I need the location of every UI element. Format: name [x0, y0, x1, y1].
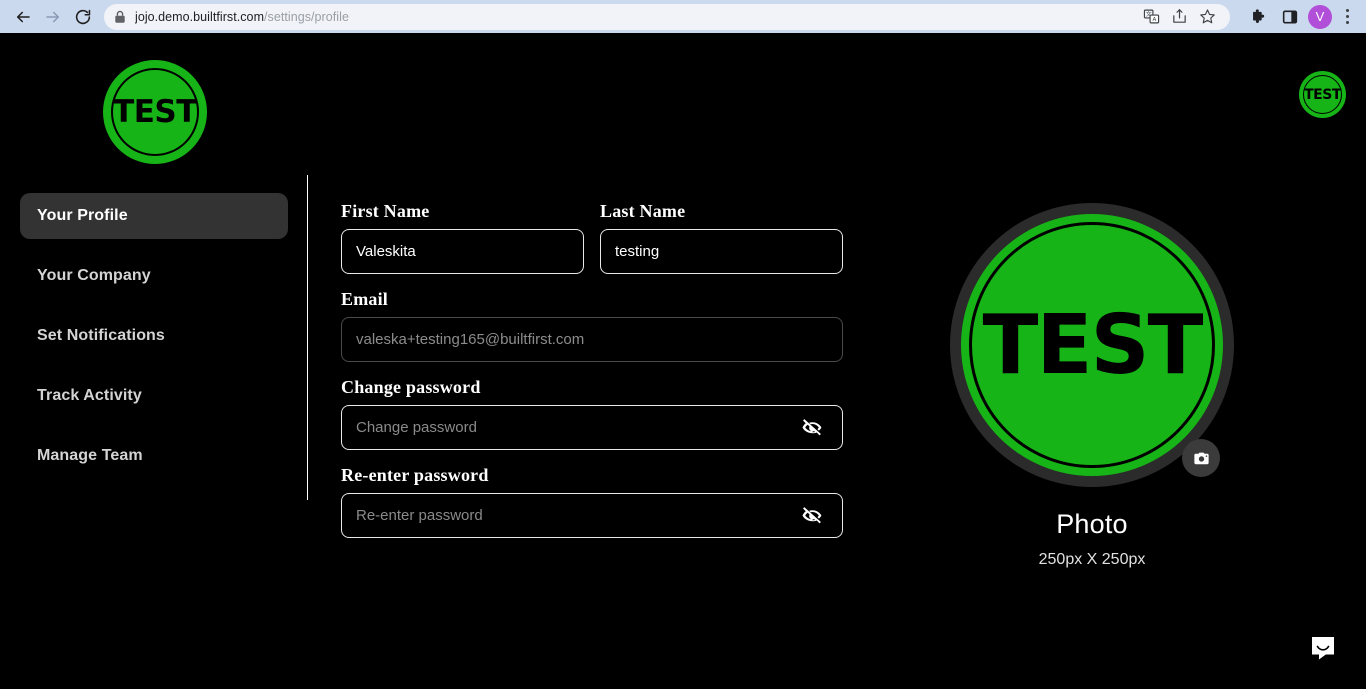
profile-photo-text: TEST	[982, 297, 1204, 393]
profile-photo-image: TEST	[961, 214, 1223, 476]
email-field-group: Email valeska+testing165@builtfirst.com	[341, 289, 843, 362]
logo-badge: TEST	[103, 60, 207, 164]
app-page: TEST TEST Your Profile Your Company Set …	[0, 33, 1366, 689]
sidebar-item-your-profile[interactable]: Your Profile	[20, 193, 288, 239]
lock-icon[interactable]	[114, 10, 126, 24]
reenter-password-label: Re-enter password	[341, 465, 489, 485]
first-name-field-group: First Name Valeskita	[341, 201, 584, 274]
last-name-value: testing	[615, 243, 660, 260]
camera-icon[interactable]	[1182, 439, 1220, 477]
last-name-field-group: Last Name testing	[600, 201, 843, 274]
extensions-puzzle-icon[interactable]	[1244, 3, 1272, 31]
header-avatar-text: TEST	[1304, 86, 1341, 103]
sidebar-item-your-company[interactable]: Your Company	[20, 253, 288, 299]
bookmark-star-icon[interactable]	[1194, 4, 1220, 30]
eye-off-icon[interactable]	[800, 504, 824, 528]
change-password-label: Change password	[341, 377, 481, 397]
svg-text:A: A	[1152, 17, 1156, 23]
omnibox-actions: 文 A	[1138, 4, 1220, 30]
last-name-label: Last Name	[600, 201, 686, 221]
address-bar[interactable]: jojo.demo.builtfirst.com/settings/profil…	[104, 3, 1230, 30]
reenter-password-placeholder: Re-enter password	[356, 507, 483, 524]
profile-photo[interactable]: TEST	[950, 203, 1234, 487]
sidebar-item-track-activity[interactable]: Track Activity	[20, 373, 288, 419]
header-avatar-badge: TEST	[1299, 71, 1346, 118]
change-password-placeholder: Change password	[356, 419, 477, 436]
forward-button[interactable]	[38, 2, 68, 32]
photo-panel: TEST Photo 250px X 250px	[950, 203, 1234, 569]
sidebar-item-label: Your Company	[37, 267, 151, 284]
email-input: valeska+testing165@builtfirst.com	[341, 317, 843, 362]
side-panel-icon[interactable]	[1276, 3, 1304, 31]
change-password-input[interactable]: Change password	[341, 405, 843, 450]
browser-toolbar-right: V	[1238, 3, 1358, 31]
url-domain: jojo.demo.builtfirst.com	[135, 9, 265, 24]
browser-toolbar: jojo.demo.builtfirst.com/settings/profil…	[0, 0, 1366, 33]
url-path: /settings/profile	[264, 9, 349, 24]
name-row: First Name Valeskita Last Name testing	[341, 201, 843, 274]
header-user-avatar[interactable]: TEST	[1299, 71, 1346, 118]
first-name-input[interactable]: Valeskita	[341, 229, 584, 274]
vertical-divider	[307, 175, 308, 500]
back-button[interactable]	[8, 2, 38, 32]
settings-sidebar: Your Profile Your Company Set Notificati…	[20, 193, 288, 493]
url-text: jojo.demo.builtfirst.com/settings/profil…	[135, 10, 349, 24]
sidebar-item-label: Manage Team	[37, 447, 143, 464]
reenter-password-field-group: Re-enter password Re-enter password	[341, 465, 843, 538]
first-name-label: First Name	[341, 201, 430, 221]
change-password-field-group: Change password Change password	[341, 377, 843, 450]
browser-profile-avatar[interactable]: V	[1308, 4, 1332, 29]
translate-icon[interactable]: 文 A	[1138, 4, 1164, 30]
chat-bubble-icon[interactable]	[1308, 633, 1338, 663]
sidebar-item-set-notifications[interactable]: Set Notifications	[20, 313, 288, 359]
sidebar-item-label: Set Notifications	[37, 327, 165, 344]
share-icon[interactable]	[1166, 4, 1192, 30]
first-name-value: Valeskita	[356, 243, 416, 260]
last-name-input[interactable]: testing	[600, 229, 843, 274]
profile-form: First Name Valeskita Last Name testing E…	[341, 201, 843, 553]
photo-dimensions: 250px X 250px	[1038, 551, 1146, 568]
sidebar-item-label: Track Activity	[37, 387, 142, 404]
eye-off-icon[interactable]	[800, 416, 824, 440]
sidebar-item-manage-team[interactable]: Manage Team	[20, 433, 288, 479]
reload-button[interactable]	[68, 2, 98, 32]
reenter-password-input[interactable]: Re-enter password	[341, 493, 843, 538]
chrome-menu-icon[interactable]	[1336, 3, 1358, 31]
app-logo[interactable]: TEST	[103, 60, 207, 164]
email-value: valeska+testing165@builtfirst.com	[356, 331, 585, 348]
email-label: Email	[341, 289, 389, 309]
sidebar-item-label: Your Profile	[37, 207, 128, 224]
photo-title: Photo	[1056, 509, 1128, 539]
logo-text: TEST	[113, 94, 197, 130]
